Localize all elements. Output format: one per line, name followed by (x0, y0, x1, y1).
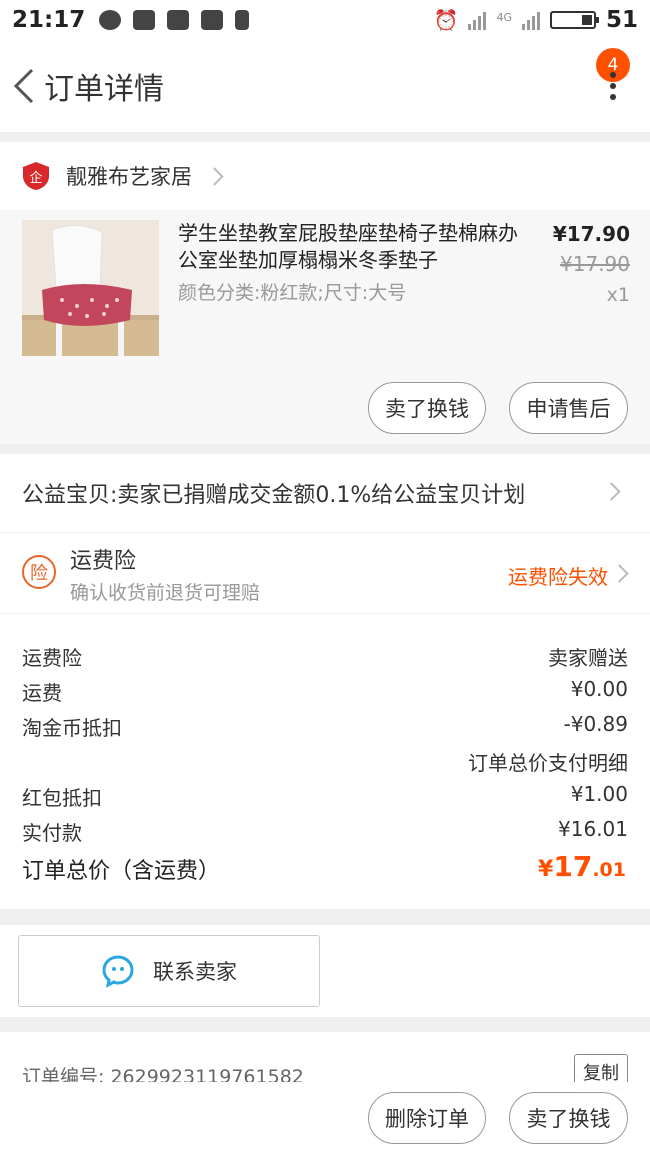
wechat-icon (99, 10, 122, 30)
fee-label: 运费 (22, 681, 62, 705)
bottom-action-bar: 删除订单 卖了换钱 (0, 1082, 650, 1155)
insurance-icon: 险 (22, 555, 56, 589)
walking-icon (235, 10, 250, 30)
chat-bubble-icon (102, 955, 134, 988)
signal-icon (468, 10, 487, 30)
fee-value: ¥16.01 (558, 817, 628, 841)
sell-for-cash-button[interactable]: 卖了换钱 (368, 382, 486, 434)
page-title: 订单详情 (44, 72, 164, 107)
fee-row-insurance: 运费险 卖家赠送 (22, 642, 628, 671)
fee-value: 卖家赠送 (548, 646, 628, 670)
total-integer: 17 (553, 850, 593, 883)
status-time: 21:17 (12, 7, 86, 33)
shop-name: 靓雅布艺家居 (66, 165, 192, 189)
order-total-value: ¥17.01 (538, 850, 626, 883)
product-title[interactable]: 学生坐垫教室屁股垫座垫椅子垫棉麻办公室坐垫加厚榻榻米冬季垫子 (178, 220, 518, 274)
fee-value: ¥0.00 (570, 677, 628, 701)
svg-text:企: 企 (29, 170, 42, 186)
status-bar: 21:17 ⏰ 4G 51 (0, 0, 650, 40)
fee-label: 红包抵扣 (22, 786, 102, 810)
battery-icon (549, 11, 599, 29)
chevron-right-icon (602, 482, 621, 501)
payment-detail-link[interactable]: 订单总价支付明细 (468, 747, 628, 776)
insurance-status: 运费险失效 (508, 565, 608, 589)
fee-value: -¥0.89 (563, 712, 628, 736)
contact-seller-button[interactable]: 联系卖家 (18, 935, 320, 1007)
after-sales-button[interactable]: 申请售后 (509, 382, 628, 434)
qq-icon (133, 10, 156, 30)
fee-row-paid: 实付款 ¥16.01 (22, 817, 628, 846)
more-dots-icon (610, 72, 616, 100)
nav-header: 订单详情 4 (0, 40, 650, 132)
chevron-right-icon (205, 166, 224, 186)
product-item[interactable]: 学生坐垫教室屁股垫座垫椅子垫棉麻办公室坐垫加厚榻榻米冬季垫子 颜色分类:粉红款;… (0, 210, 650, 444)
product-image[interactable] (22, 220, 159, 356)
charity-text: 公益宝贝:卖家已捐赠成交金额0.1%给公益宝贝计划 (22, 483, 526, 508)
product-spec: 颜色分类:粉红款;尺寸:大号 (178, 282, 407, 304)
news-icon (201, 10, 224, 30)
chevron-right-icon (610, 564, 629, 583)
notification-icons (99, 10, 250, 30)
back-arrow-icon[interactable] (4, 56, 44, 116)
image-notification-icon (167, 10, 190, 30)
charity-row[interactable]: 公益宝贝:卖家已捐赠成交金额0.1%给公益宝贝计划 (0, 454, 650, 532)
fee-summary: 运费险 卖家赠送 运费 ¥0.00 淘金币抵扣 -¥0.89 订单总价支付明细 … (0, 614, 650, 909)
product-price: ¥17.90 (552, 222, 630, 246)
fee-label: 实付款 (22, 821, 82, 845)
fee-row-shipping: 运费 ¥0.00 (22, 677, 628, 706)
insurance-title: 运费险 (70, 549, 137, 574)
fee-row-red-packet: 红包抵扣 ¥1.00 (22, 782, 628, 811)
sell-for-cash-bottom-button[interactable]: 卖了换钱 (509, 1092, 628, 1144)
enterprise-shop-icon: 企 (23, 162, 49, 190)
fee-value: ¥1.00 (570, 782, 628, 806)
freight-insurance-row[interactable]: 险 运费险 确认收货前退货可理赔 运费险失效 (0, 533, 650, 613)
fee-row-coin-deduction: 淘金币抵扣 -¥0.89 (22, 712, 628, 741)
order-total-label: 订单总价（含运费） (22, 859, 221, 884)
total-currency: ¥ (538, 857, 554, 882)
alarm-icon: ⏰ (433, 8, 459, 32)
network-type: 4G (496, 11, 512, 24)
contact-section: 联系卖家 (0, 925, 650, 1017)
contact-seller-label: 联系卖家 (153, 960, 237, 984)
delete-order-button[interactable]: 删除订单 (368, 1092, 486, 1144)
signal-4g-icon (521, 10, 540, 30)
product-quantity: x1 (606, 284, 630, 306)
fee-label: 淘金币抵扣 (22, 716, 122, 740)
fee-label: 运费险 (22, 646, 82, 670)
more-menu-button[interactable]: 4 (580, 48, 630, 118)
battery-level: 51 (605, 7, 638, 33)
total-decimal: .01 (592, 859, 626, 881)
insurance-subtitle: 确认收货前退货可理赔 (70, 582, 261, 604)
original-price: ¥17.90 (560, 252, 630, 276)
shop-row[interactable]: 企 靓雅布艺家居 (0, 142, 650, 210)
